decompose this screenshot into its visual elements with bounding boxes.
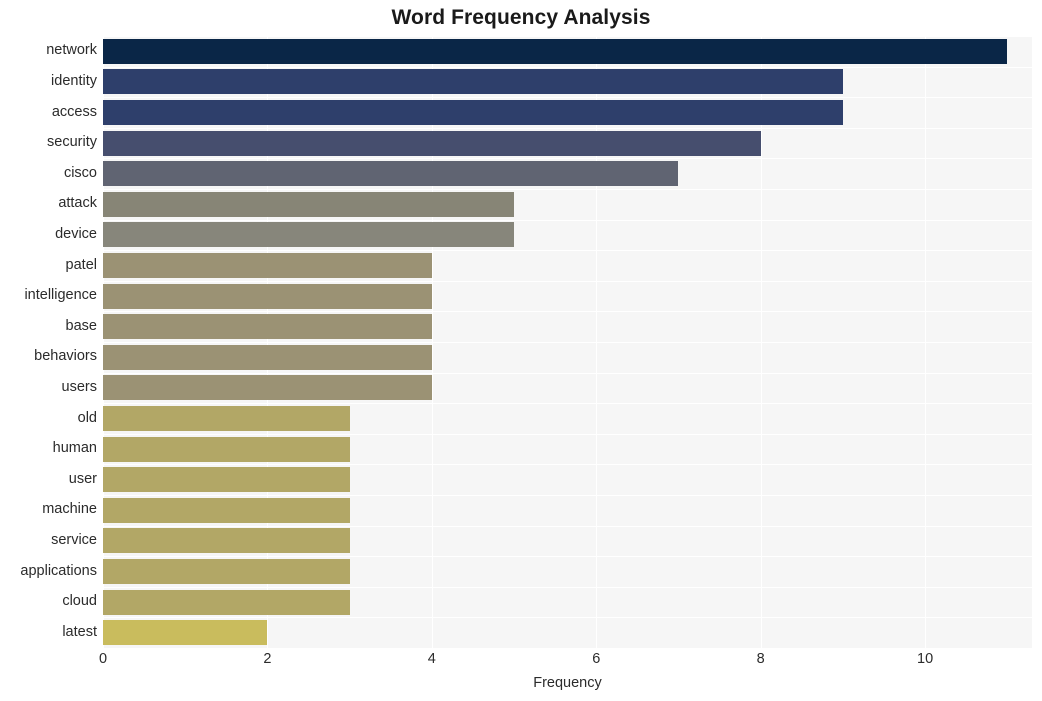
x-axis-title: Frequency bbox=[533, 675, 602, 691]
bar-applications bbox=[103, 558, 350, 585]
bar-device bbox=[103, 222, 515, 248]
y-tick-label-network: network bbox=[46, 42, 97, 59]
x-axis-tick-labels: 0 2 4 6 8 10 bbox=[99, 651, 1032, 676]
x-tick-label-8: 8 bbox=[756, 651, 765, 667]
y-tick-label-latest: latest bbox=[62, 623, 97, 640]
bar-attack bbox=[103, 191, 515, 217]
bar-cloud bbox=[103, 589, 350, 615]
y-tick-label-identity: identity bbox=[51, 72, 97, 89]
y-tick-label-security: security bbox=[47, 134, 97, 151]
bar-intelligence bbox=[103, 283, 432, 309]
bar-users bbox=[103, 375, 432, 401]
y-axis-tick-labels: network identity access security cisco attack… bbox=[0, 36, 97, 648]
y-tick-label-access: access bbox=[51, 103, 97, 120]
y-tick-label-cisco: cisco bbox=[63, 164, 97, 181]
y-tick-label-cloud: cloud bbox=[62, 593, 97, 610]
y-tick-label-users: users bbox=[61, 378, 97, 395]
bar-security bbox=[103, 130, 761, 156]
word-frequency-chart-figure: Word Frequency Analysis network identity a… bbox=[0, 0, 1042, 701]
bar-old bbox=[103, 405, 350, 432]
bar-access bbox=[103, 99, 843, 126]
x-tick-label-6: 6 bbox=[592, 651, 601, 667]
y-tick-label-patel: patel bbox=[65, 256, 97, 273]
y-tick-label-service: service bbox=[51, 531, 97, 548]
x-tick-label-10: 10 bbox=[917, 651, 934, 667]
bar-service bbox=[103, 528, 350, 554]
x-tick-label-4: 4 bbox=[427, 651, 436, 667]
bar-machine bbox=[103, 497, 350, 523]
bar-user bbox=[103, 467, 350, 493]
bars-layer bbox=[103, 36, 1032, 648]
chart-title: Word Frequency Analysis bbox=[391, 6, 651, 29]
bar-base bbox=[103, 314, 432, 340]
y-tick-label-human: human bbox=[52, 440, 97, 457]
y-tick-label-user: user bbox=[68, 470, 97, 487]
x-tick-label-2: 2 bbox=[263, 651, 272, 667]
bar-network bbox=[103, 38, 1008, 64]
y-tick-label-attack: attack bbox=[58, 195, 97, 212]
y-tick-label-old: old bbox=[77, 409, 97, 426]
bar-latest bbox=[103, 620, 268, 646]
x-tick-label-0: 0 bbox=[98, 651, 108, 667]
y-tick-label-base: base bbox=[65, 317, 97, 334]
bar-cisco bbox=[103, 161, 679, 187]
bar-human bbox=[103, 436, 350, 462]
y-tick-label-applications: applications bbox=[20, 562, 97, 579]
bar-behaviors bbox=[103, 344, 432, 370]
bar-patel bbox=[103, 252, 432, 279]
y-tick-label-machine: machine bbox=[42, 501, 97, 518]
y-tick-label-intelligence: intelligence bbox=[24, 287, 97, 304]
plot-area bbox=[103, 36, 1032, 648]
bar-identity bbox=[103, 69, 843, 95]
y-tick-label-behaviors: behaviors bbox=[34, 348, 97, 365]
y-tick-label-device: device bbox=[55, 225, 97, 242]
